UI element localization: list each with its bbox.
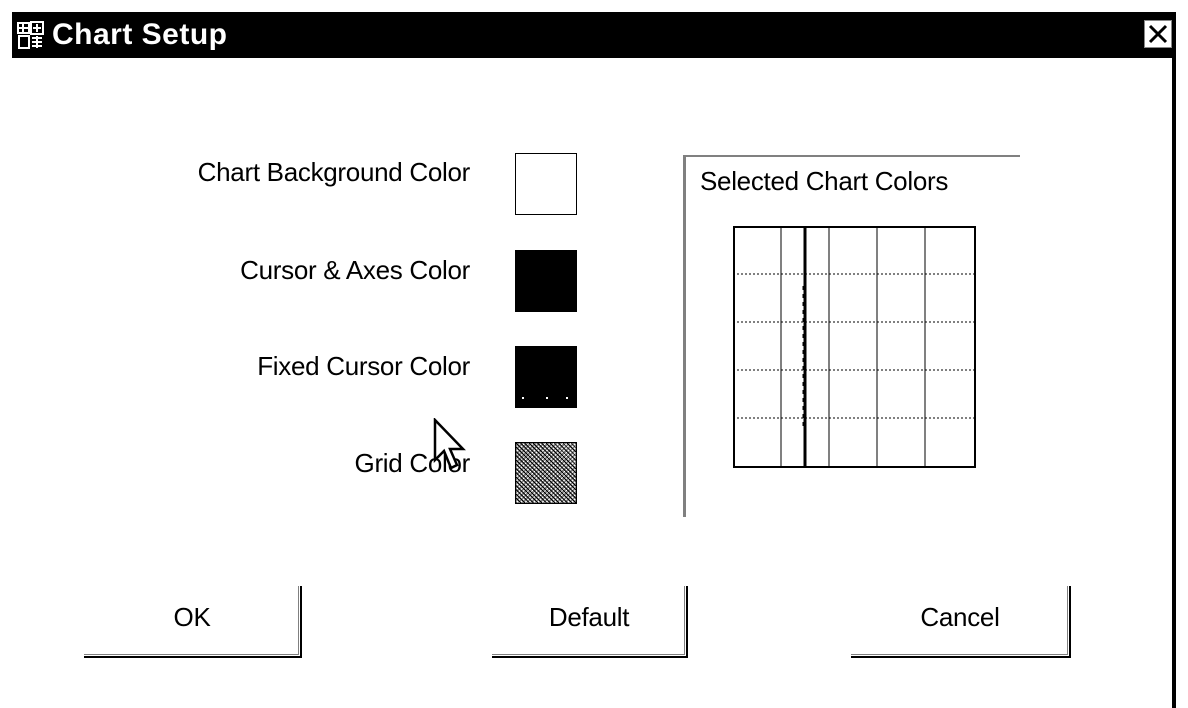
window-right-border xyxy=(1172,58,1176,708)
title-bar[interactable]: Chart Setup xyxy=(12,12,1176,58)
swatch-dot xyxy=(546,397,548,399)
default-button[interactable]: Default xyxy=(492,586,688,658)
swatch-dot xyxy=(566,397,568,399)
chart-color-preview xyxy=(733,226,976,468)
axes-color-swatch[interactable] xyxy=(515,250,577,312)
grid-color-swatch[interactable] xyxy=(515,442,577,504)
background-color-swatch[interactable] xyxy=(515,153,577,215)
mouse-pointer-icon xyxy=(433,418,466,470)
close-button[interactable] xyxy=(1144,20,1172,48)
window-title: Chart Setup xyxy=(52,18,228,51)
fixed-cursor-color-swatch[interactable] xyxy=(515,346,577,408)
chart-setup-app-icon xyxy=(16,20,46,50)
background-color-label: Chart Background Color xyxy=(197,157,471,187)
preview-groupbox-title: Selected Chart Colors xyxy=(698,166,951,196)
close-icon xyxy=(1148,24,1168,44)
fixed-cursor-color-label: Fixed Cursor Color xyxy=(257,351,470,381)
swatch-dot xyxy=(522,397,524,399)
grid-color-label: Grid Color xyxy=(354,448,471,478)
cancel-button[interactable]: Cancel xyxy=(851,586,1071,658)
ok-button[interactable]: OK xyxy=(84,586,302,658)
axes-color-label: Cursor & Axes Color xyxy=(240,255,470,285)
